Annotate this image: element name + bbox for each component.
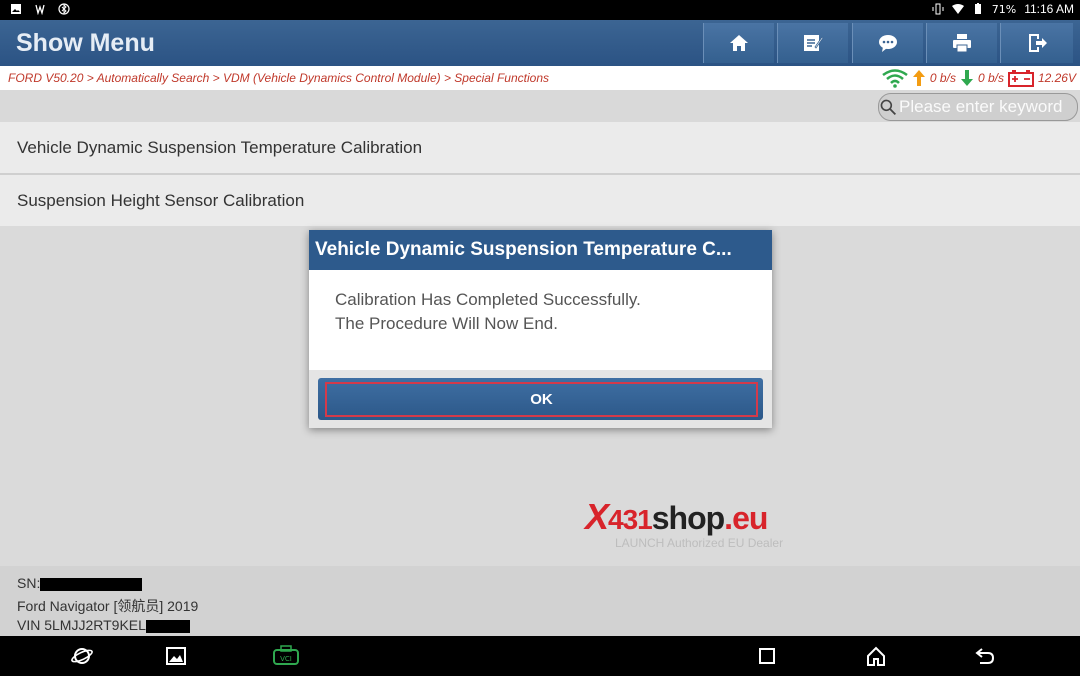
usb-debug-icon bbox=[35, 4, 45, 15]
vin: VIN 5LMJJ2RT9KEL bbox=[17, 617, 190, 633]
serial-number: SN: bbox=[17, 575, 143, 591]
result-dialog: Vehicle Dynamic Suspension Temperature C… bbox=[309, 230, 772, 428]
chat-icon bbox=[879, 35, 897, 52]
dialog-message-line2: The Procedure Will Now End. bbox=[335, 314, 558, 333]
planet-icon bbox=[71, 648, 93, 664]
dialog-title: Vehicle Dynamic Suspension Temperature C… bbox=[309, 230, 772, 270]
clock: 11:16 AM bbox=[1024, 2, 1074, 16]
upload-speed: 0 b/s bbox=[929, 71, 956, 85]
bluetooth-icon bbox=[58, 3, 70, 15]
image-notification-icon bbox=[11, 4, 21, 14]
menu-list: Vehicle Dynamic Suspension Temperature C… bbox=[0, 122, 1080, 228]
search-row bbox=[0, 90, 1080, 122]
print-button[interactable] bbox=[926, 23, 997, 63]
upload-arrow-icon bbox=[912, 70, 925, 86]
vci-icon: VCI bbox=[273, 645, 299, 665]
vehicle-info-footer: SN: Ford Navigator [领航员] 2019 VIN 5LMJJ2… bbox=[0, 566, 1080, 636]
home-icon bbox=[730, 35, 748, 51]
navigation-bar: VCI bbox=[0, 636, 1080, 676]
breadcrumb-bar: FORD V50.20 > Automatically Search > VDM… bbox=[0, 66, 1080, 91]
watermark-num: 431 bbox=[608, 504, 653, 535]
image-icon bbox=[166, 647, 186, 665]
exit-icon bbox=[1029, 34, 1047, 52]
watermark-logo: X431shop.eu LAUNCH Authorized EU Dealer bbox=[585, 496, 783, 550]
dialog-footer: OK bbox=[309, 370, 772, 428]
home-button[interactable] bbox=[703, 23, 774, 63]
serial-number-label: SN: bbox=[17, 575, 41, 591]
search-icon bbox=[880, 99, 897, 116]
vibrate-icon bbox=[932, 3, 944, 15]
dialog-message-line1: Calibration Has Completed Successfully. bbox=[335, 290, 641, 309]
vehicle-name: Ford Navigator [领航员] 2019 bbox=[17, 598, 199, 614]
app-header: Show Menu bbox=[0, 20, 1080, 66]
search-box[interactable] bbox=[878, 93, 1078, 121]
watermark-shop: shop bbox=[651, 500, 725, 536]
status-bar: 71% 11:16 AM bbox=[0, 0, 1080, 20]
menu-item-height-sensor-calibration[interactable]: Suspension Height Sensor Calibration bbox=[0, 175, 1080, 228]
browser-button[interactable] bbox=[70, 644, 94, 668]
battery-icon bbox=[974, 3, 981, 14]
exit-button[interactable] bbox=[1000, 23, 1073, 63]
ok-button-label: OK bbox=[325, 382, 758, 417]
wifi-status-icon bbox=[951, 4, 964, 14]
vci-button[interactable]: VCI bbox=[272, 644, 300, 668]
watermark-eu: .eu bbox=[724, 500, 768, 536]
ok-button[interactable]: OK bbox=[318, 378, 763, 420]
dialog-message: Calibration Has Completed Successfully. … bbox=[309, 270, 772, 365]
edit-button[interactable] bbox=[777, 23, 848, 63]
battery-voltage: 12.26V bbox=[1037, 71, 1076, 85]
page-title: Show Menu bbox=[16, 29, 155, 57]
chat-button[interactable] bbox=[852, 23, 923, 63]
android-home-button[interactable] bbox=[864, 644, 888, 668]
car-battery-icon bbox=[1007, 70, 1034, 87]
redacted-serial bbox=[40, 577, 143, 591]
vin-label: VIN 5LMJJ2RT9KEL bbox=[17, 617, 146, 633]
watermark-text: X431shop.eu bbox=[585, 496, 783, 538]
recent-apps-button[interactable] bbox=[755, 644, 779, 668]
download-speed: 0 b/s bbox=[977, 71, 1004, 85]
gallery-button[interactable] bbox=[164, 644, 188, 668]
watermark-x: X bbox=[585, 496, 609, 537]
svg-text:VCI: VCI bbox=[280, 655, 292, 663]
redacted-vin bbox=[145, 619, 190, 633]
menu-item-temperature-calibration[interactable]: Vehicle Dynamic Suspension Temperature C… bbox=[0, 122, 1080, 175]
edit-icon bbox=[804, 35, 824, 51]
watermark-subtitle: LAUNCH Authorized EU Dealer bbox=[615, 536, 784, 550]
connection-status: 0 b/s 0 b/s 12.26V bbox=[882, 68, 1076, 88]
back-arrow-icon bbox=[975, 648, 995, 664]
download-arrow-icon bbox=[960, 70, 973, 86]
square-icon bbox=[759, 648, 775, 664]
print-icon bbox=[953, 34, 971, 53]
wifi-signal-icon bbox=[882, 69, 908, 88]
breadcrumb: FORD V50.20 > Automatically Search > VDM… bbox=[8, 71, 550, 85]
home-outline-icon bbox=[867, 646, 885, 666]
battery-percent: 71% bbox=[991, 2, 1017, 16]
search-input[interactable] bbox=[897, 96, 1077, 118]
back-button[interactable] bbox=[973, 644, 997, 668]
